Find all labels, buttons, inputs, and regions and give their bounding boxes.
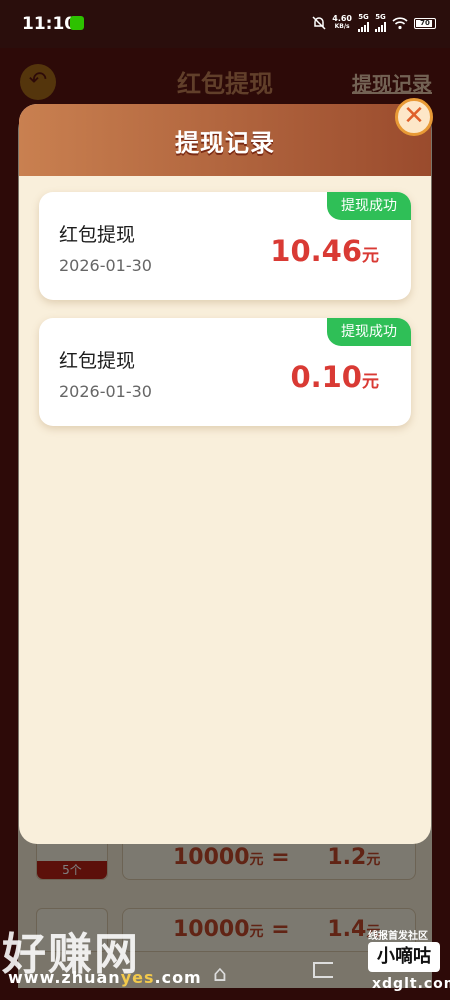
record-name: 红包提现	[59, 224, 136, 246]
wifi-icon	[392, 16, 408, 29]
status-badge: 提现成功	[327, 192, 411, 220]
battery-level: 70	[420, 19, 430, 27]
watermark-url-left: www.zhuanyes.com	[8, 968, 202, 987]
withdraw-records-modal: 提现记录 提现成功 红包提现 2026-01-30 10.46元 提现成功 红包…	[19, 104, 431, 844]
record-date: 2026-01-30	[59, 256, 152, 275]
signal-2: 5G	[375, 14, 386, 32]
status-bar: 11:10 4.60 KB/s 5G 5G 70	[0, 0, 450, 48]
watermark-url-right: xdglt.com	[372, 976, 450, 992]
net-speed: 4.60 KB/s	[332, 15, 352, 31]
record-amount: 10.46元	[270, 234, 379, 268]
modal-header: 提现记录	[19, 104, 431, 176]
modal-title: 提现记录	[175, 128, 275, 157]
status-badge: 提现成功	[327, 318, 411, 346]
nav-back-icon[interactable]	[313, 962, 333, 978]
bell-muted-icon	[312, 16, 326, 30]
signal-bars-icon	[375, 22, 386, 32]
record-name: 红包提现	[59, 350, 136, 372]
watermark-url-part: www.zhuan	[8, 968, 121, 987]
amount-unit: 元	[362, 246, 379, 266]
record-card: 提现成功 红包提现 2026-01-30 10.46元	[39, 192, 411, 300]
watermark-slogan-right: 线报首发社区	[368, 931, 428, 942]
record-amount: 0.10元	[290, 360, 379, 394]
signal-bars-icon	[358, 22, 369, 32]
amount-unit: 元	[362, 372, 379, 392]
home-icon[interactable]: ⌂	[213, 962, 227, 987]
watermark-url-highlight: yes	[120, 968, 155, 987]
signal-1-label: 5G	[358, 13, 369, 21]
signal-2-label: 5G	[375, 13, 386, 21]
status-icons: 4.60 KB/s 5G 5G 70	[312, 12, 436, 34]
amount-value: 10.46	[270, 234, 362, 268]
watermark-url-part: .com	[154, 968, 202, 987]
signal-1: 5G	[358, 14, 369, 32]
amount-value: 0.10	[290, 360, 362, 394]
wechat-icon	[70, 16, 84, 30]
close-icon[interactable]: ✕	[395, 98, 433, 136]
net-speed-value: 4.60	[332, 14, 352, 23]
net-speed-unit: KB/s	[334, 23, 350, 30]
record-card: 提现成功 红包提现 2026-01-30 0.10元	[39, 318, 411, 426]
status-time: 11:10	[22, 14, 77, 34]
battery-icon: 70	[414, 17, 436, 29]
record-date: 2026-01-30	[59, 382, 152, 401]
watermark-logo-right: 小嘀咕	[368, 942, 440, 972]
